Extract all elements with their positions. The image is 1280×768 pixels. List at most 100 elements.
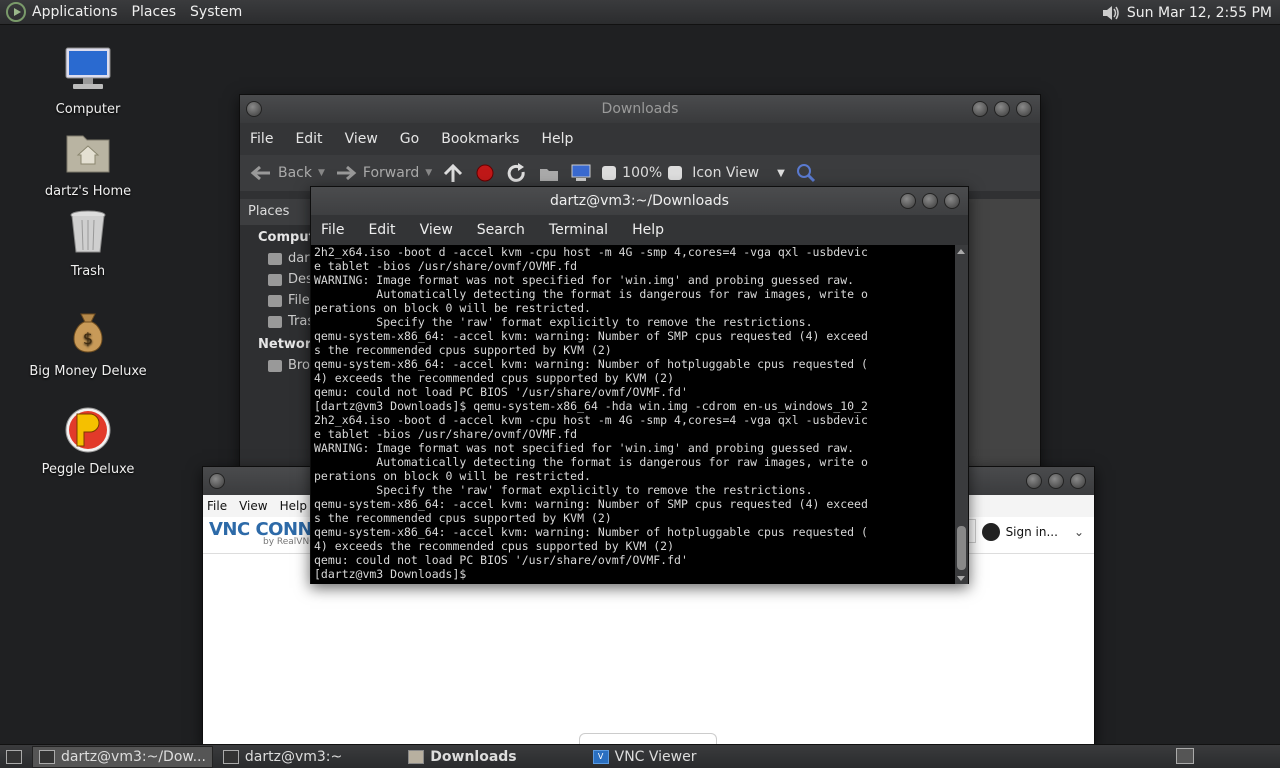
desktop-icon-label: dartz's Home bbox=[44, 184, 132, 199]
workspace-switcher-icon[interactable] bbox=[1176, 748, 1194, 764]
taskbar-item-terminal-downloads[interactable]: dartz@vm3:~/Dow... bbox=[32, 745, 213, 768]
desktop-icon-computer[interactable]: Computer bbox=[28, 46, 148, 117]
minimize-button[interactable] bbox=[900, 193, 916, 209]
terminal-icon bbox=[39, 749, 55, 764]
zoom-out-icon[interactable] bbox=[602, 166, 617, 180]
distro-logo-icon[interactable] bbox=[6, 2, 26, 22]
system-menu[interactable]: System bbox=[190, 4, 242, 20]
terminal-icon bbox=[222, 749, 239, 764]
desktop-icon-peggle[interactable]: Peggle Deluxe bbox=[28, 406, 148, 477]
scrollbar-thumb[interactable] bbox=[957, 526, 966, 570]
applications-menu[interactable]: Applications bbox=[32, 4, 118, 20]
minimize-button[interactable] bbox=[1026, 473, 1042, 489]
terminal-menubar: File Edit View Search Terminal Help bbox=[311, 215, 968, 245]
sidebar-item-trash[interactable]: Trash bbox=[240, 311, 312, 332]
taskbar-item-label: VNC Viewer bbox=[614, 748, 697, 765]
volume-icon[interactable] bbox=[1101, 4, 1121, 22]
zoom-in-icon[interactable] bbox=[668, 166, 683, 180]
menu-terminal[interactable]: Terminal bbox=[549, 222, 608, 238]
menu-go[interactable]: Go bbox=[400, 131, 419, 147]
scroll-down-icon[interactable] bbox=[957, 576, 965, 581]
vnc-menu-view[interactable]: View bbox=[239, 499, 267, 513]
minimize-button[interactable] bbox=[972, 101, 988, 117]
menu-help[interactable]: Help bbox=[632, 222, 664, 238]
maximize-button[interactable] bbox=[1048, 473, 1064, 489]
sidebar-item-home[interactable]: dartz bbox=[240, 248, 312, 269]
taskbar-item-terminal-home[interactable]: dartz@vm3:~ bbox=[217, 746, 348, 768]
downloads-menubar: File Edit View Go Bookmarks Help bbox=[240, 123, 1040, 155]
menu-file[interactable]: File bbox=[250, 131, 273, 147]
desktop-icon-big-money[interactable]: $ Big Money Deluxe bbox=[28, 308, 148, 379]
reload-icon[interactable] bbox=[506, 163, 528, 183]
taskbar-item-downloads[interactable]: Downloads bbox=[402, 746, 522, 768]
sidebar-item-browse-network[interactable]: Browse Network bbox=[240, 355, 312, 376]
clock[interactable]: Sun Mar 12, 2:55 PM bbox=[1127, 5, 1272, 21]
window-menu-button[interactable] bbox=[246, 101, 262, 117]
forward-button[interactable]: Forward ▼ bbox=[335, 164, 432, 182]
places-sidebar: Places Computer dartz Desktop File Syste… bbox=[240, 199, 331, 485]
terminal-output[interactable]: 2h2_x64.iso -boot d -accel kvm -cpu host… bbox=[311, 245, 956, 584]
trash-small-icon bbox=[268, 315, 282, 328]
sidebar-item-label: Trash bbox=[288, 314, 312, 329]
view-mode-label: Icon View bbox=[692, 165, 760, 181]
terminal-scrollbar[interactable] bbox=[955, 245, 968, 584]
sidebar-item-desktop[interactable]: Desktop bbox=[240, 269, 312, 290]
user-avatar-icon bbox=[981, 523, 1000, 541]
sidebar-header[interactable]: Places bbox=[240, 199, 312, 225]
drive-icon bbox=[268, 294, 282, 307]
maximize-button[interactable] bbox=[922, 193, 938, 209]
back-history-chevron-icon[interactable]: ▼ bbox=[318, 168, 325, 178]
desktop-icon-label: Trash bbox=[70, 264, 106, 279]
window-menu-button[interactable] bbox=[209, 473, 225, 489]
forward-history-chevron-icon[interactable]: ▼ bbox=[425, 168, 432, 178]
taskbar-item-label: Downloads bbox=[430, 748, 517, 765]
svg-text:$: $ bbox=[83, 329, 93, 348]
zoom-level: 100% bbox=[622, 165, 663, 181]
forward-arrow-icon bbox=[336, 165, 357, 181]
vnc-menu-file[interactable]: File bbox=[207, 499, 227, 513]
close-button[interactable] bbox=[944, 193, 960, 209]
menu-help[interactable]: Help bbox=[541, 131, 573, 147]
sidebar-section-computer: Computer bbox=[258, 230, 331, 245]
menu-bookmarks[interactable]: Bookmarks bbox=[441, 131, 519, 147]
show-desktop-icon bbox=[6, 749, 22, 764]
bottom-panel: dartz@vm3:~/Dow... dartz@vm3:~ Downloads… bbox=[0, 744, 1280, 768]
close-button[interactable] bbox=[1070, 473, 1086, 489]
terminal-titlebar[interactable]: dartz@vm3:~/Downloads bbox=[311, 187, 968, 215]
desktop-icon-trash[interactable]: Trash bbox=[28, 208, 148, 279]
window-title: Downloads bbox=[601, 101, 679, 117]
menu-file[interactable]: File bbox=[321, 222, 344, 238]
sign-in-button[interactable]: Sign in... ⌄ bbox=[981, 523, 1084, 541]
menu-edit[interactable]: Edit bbox=[368, 222, 395, 238]
places-menu[interactable]: Places bbox=[132, 4, 177, 20]
menu-view[interactable]: View bbox=[345, 131, 378, 147]
taskbar-item-label: dartz@vm3:~ bbox=[244, 748, 343, 765]
system-tray: Sun Mar 12, 2:55 PM bbox=[1101, 0, 1272, 25]
home-icon[interactable] bbox=[538, 163, 560, 183]
zoom-control[interactable]: 100% bbox=[602, 165, 683, 181]
desktop-icon-home[interactable]: dartz's Home bbox=[28, 128, 148, 199]
window-title: dartz@vm3:~/Downloads bbox=[550, 193, 729, 209]
taskbar-item-vnc-viewer[interactable]: V VNC Viewer bbox=[587, 746, 703, 768]
view-mode-select[interactable]: Icon View ▼ bbox=[692, 165, 785, 181]
stop-icon[interactable] bbox=[474, 163, 496, 183]
menu-view[interactable]: View bbox=[420, 222, 453, 238]
search-icon[interactable] bbox=[795, 163, 817, 183]
downloads-titlebar[interactable]: Downloads bbox=[240, 95, 1040, 123]
menu-search[interactable]: Search bbox=[477, 222, 525, 238]
up-arrow-icon[interactable] bbox=[442, 163, 464, 183]
close-button[interactable] bbox=[1016, 101, 1032, 117]
sidebar-item-label: Browse Network bbox=[288, 358, 312, 373]
show-desktop-button[interactable] bbox=[0, 746, 28, 768]
vnc-icon: V bbox=[592, 749, 609, 764]
computer-small-icon[interactable] bbox=[570, 163, 592, 183]
sidebar-item-filesystem[interactable]: File System bbox=[240, 290, 312, 311]
taskbar-item-label: dartz@vm3:~/Dow... bbox=[61, 748, 206, 765]
back-button[interactable]: Back ▼ bbox=[250, 164, 325, 182]
menu-edit[interactable]: Edit bbox=[295, 131, 322, 147]
vnc-menu-help[interactable]: Help bbox=[280, 499, 307, 513]
maximize-button[interactable] bbox=[994, 101, 1010, 117]
scroll-up-icon[interactable] bbox=[957, 249, 965, 254]
network-icon bbox=[268, 359, 282, 372]
terminal-text: 2h2_x64.iso -boot d -accel kvm -cpu host… bbox=[314, 245, 868, 581]
